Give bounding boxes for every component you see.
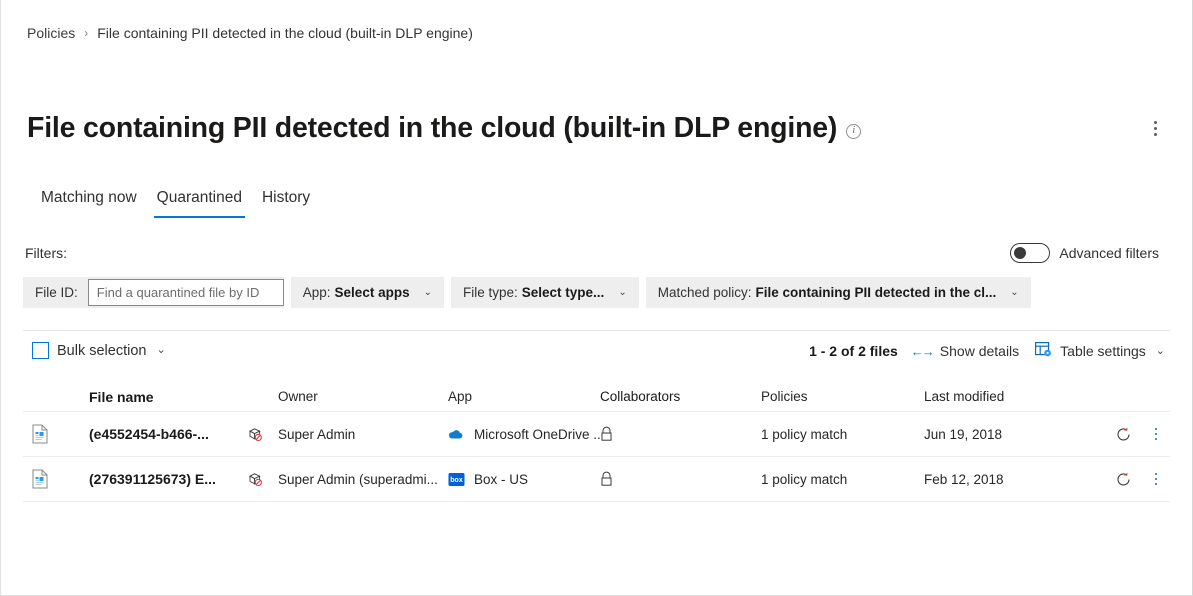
bulk-selection-control: Bulk selection ⌄ [32,342,166,359]
file-id-label: File ID: [35,285,78,300]
file-id-input[interactable] [88,279,284,306]
filter-file-id: File ID: [23,277,284,308]
restore-icon[interactable] [1115,426,1132,443]
page-title: File containing PII detected in the clou… [27,110,837,146]
table-settings-icon [1035,342,1052,360]
cell-actions [1099,424,1170,444]
breadcrumb-item-current: File containing PII detected in the clou… [97,23,473,43]
cell-policies: 1 policy match [761,427,924,442]
breadcrumb-item-policies[interactable]: Policies [27,23,75,43]
filters-label: Filters: [25,244,67,262]
chevron-down-icon: ⌄ [1010,288,1018,298]
tab-history[interactable]: History [252,188,320,218]
tab-quarantined[interactable]: Quarantined [147,188,252,218]
table-settings-button[interactable]: Table settings ⌄ [1035,342,1165,360]
cell-actions [1099,469,1170,489]
cell-file-name[interactable]: (e4552454-b466-... [89,426,247,442]
column-header-icon [23,395,89,397]
show-details-label: Show details [940,343,1019,359]
command-bar-divider [23,330,1170,331]
dot [1155,428,1158,431]
box-icon: box [448,471,465,488]
document-icon [23,469,89,489]
bulk-selection-label: Bulk selection [57,343,146,359]
app-user-icon [247,471,278,487]
cell-owner: Super Admin [278,427,448,442]
info-icon[interactable]: i [846,124,861,139]
column-header-policies[interactable]: Policies [761,387,924,404]
command-bar-right: 1 - 2 of 2 files ←→ Show details Table s… [809,342,1165,360]
tab-list: Matching now Quarantined History [31,188,320,218]
table-row[interactable]: (276391125673) E... Super Admin (superad… [23,457,1170,502]
filter-matched-policy-dropdown[interactable]: Matched policy: File containing PII dete… [646,277,1031,308]
document-icon [23,424,89,444]
filter-app-value: Select apps [335,285,410,300]
cell-owner: Super Admin (superadmi... [278,472,448,487]
filter-matched-policy-label: Matched policy: [658,285,752,300]
lock-icon [600,471,613,487]
advanced-filters-label: Advanced filters [1059,245,1159,261]
results-count: 1 - 2 of 2 files [809,343,898,359]
column-header-collaborators[interactable]: Collaborators [600,387,761,404]
tab-matching-now[interactable]: Matching now [31,188,147,218]
filter-file-type-value: Select type... [522,285,605,300]
column-header-file-name[interactable]: File name [89,387,247,405]
row-more-actions-button[interactable] [1148,469,1164,489]
filter-bar: File ID: App: Select apps ⌄ File type: S… [23,277,1031,308]
row-more-actions-button[interactable] [1148,424,1164,444]
expand-horizontal-icon: ←→ [911,345,933,358]
cell-policies: 1 policy match [761,472,924,487]
dot [1155,473,1158,476]
cell-app-label: Box - US [474,472,528,487]
filter-matched-policy-value: File containing PII detected in the cl..… [756,285,997,300]
app-user-icon [247,426,278,442]
filter-app-dropdown[interactable]: App: Select apps ⌄ [291,277,444,308]
column-header-owner[interactable]: Owner [278,387,448,404]
filter-file-type-label: File type: [463,285,518,300]
column-header-owner-icon [247,395,278,397]
column-header-actions [1099,395,1170,397]
chevron-down-icon: ⌄ [424,288,432,298]
cell-last-modified: Feb 12, 2018 [924,472,1099,487]
quarantined-files-table: File name Owner App Collaborators Polici… [23,380,1170,502]
chevron-down-icon: ⌄ [1156,346,1165,357]
bulk-selection-checkbox[interactable] [32,342,49,359]
cell-collaborators [600,471,761,487]
table-row[interactable]: (e4552454-b466-... Super Admin Microsof [23,412,1170,457]
cell-app-label: Microsoft OneDrive ... [474,427,600,442]
onedrive-icon [448,426,465,443]
column-header-app[interactable]: App [448,387,600,404]
lock-icon [600,426,613,442]
dot [1155,483,1158,486]
advanced-filters-toggle[interactable] [1010,243,1050,263]
chevron-down-icon[interactable]: ⌄ [156,345,165,356]
chevron-right-icon: › [84,23,88,43]
dot [1155,438,1158,441]
page-container: Policies › File containing PII detected … [0,0,1193,596]
filter-app-label: App: [303,285,331,300]
breadcrumb: Policies › File containing PII detected … [27,23,473,43]
dot [1154,121,1157,124]
dot [1154,127,1157,130]
cell-file-name[interactable]: (276391125673) E... [89,471,247,487]
page-header: File containing PII detected in the clou… [27,108,1166,148]
chevron-down-icon: ⌄ [618,288,626,298]
dot [1155,478,1158,481]
svg-text:box: box [450,477,463,484]
page-more-actions-button[interactable] [1144,115,1166,141]
restore-icon[interactable] [1115,471,1132,488]
cell-last-modified: Jun 19, 2018 [924,427,1099,442]
toggle-knob [1014,247,1026,259]
filter-file-type-dropdown[interactable]: File type: Select type... ⌄ [451,277,639,308]
table-header-row: File name Owner App Collaborators Polici… [23,380,1170,412]
table-settings-label: Table settings [1060,343,1146,359]
column-header-last-modified[interactable]: Last modified [924,387,1099,404]
advanced-filters-control: Advanced filters [1010,243,1159,263]
show-details-button[interactable]: ←→ Show details [911,343,1019,359]
cell-collaborators [600,426,761,442]
dot [1155,433,1158,436]
cell-app: Microsoft OneDrive ... [448,426,600,443]
dot [1154,133,1157,136]
cell-app: box Box - US [448,471,600,488]
